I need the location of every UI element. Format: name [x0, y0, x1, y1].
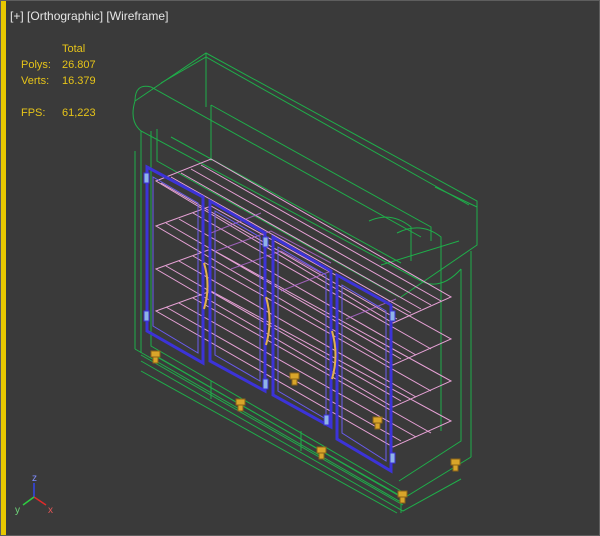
axis-gizmo: z x y: [15, 473, 53, 516]
x-axis-label: x: [48, 505, 53, 516]
y-axis-label: y: [15, 505, 20, 516]
z-axis-label: z: [32, 473, 37, 484]
y-axis-line: [22, 496, 35, 506]
x-axis-line: [33, 496, 47, 506]
viewport-orthographic[interactable]: [+] [Orthographic] [Wireframe] Total Pol…: [0, 0, 600, 536]
